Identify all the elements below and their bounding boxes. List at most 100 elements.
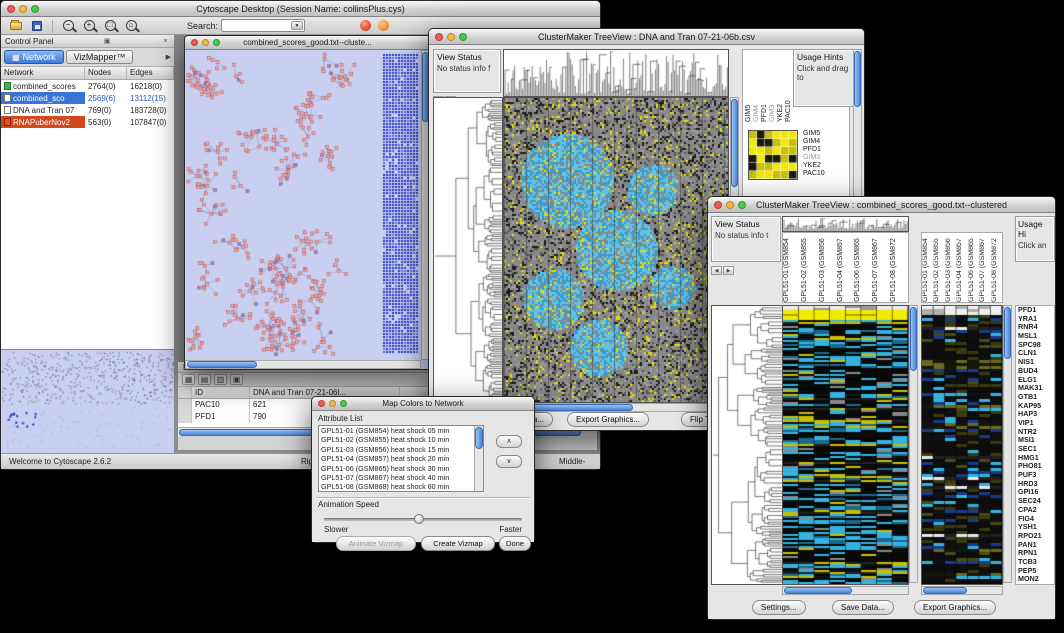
zoom-button[interactable] xyxy=(459,33,467,41)
settings-button[interactable]: Settings... xyxy=(752,600,806,615)
network-canvas[interactable] xyxy=(185,50,421,360)
attribute-list-item[interactable]: GPL51-02 (GSM855) heat shock 10 min xyxy=(319,435,483,444)
gene-column-label[interactable]: GIM3 xyxy=(769,62,777,122)
scrollbar-thumb[interactable] xyxy=(187,361,257,368)
zoom-out-button[interactable]: − xyxy=(59,18,77,33)
network-name-cell[interactable]: combined_sco xyxy=(1,92,85,104)
zoom-button[interactable] xyxy=(31,5,39,13)
gene-column-label[interactable]: YKE2 xyxy=(777,62,785,122)
column-id[interactable]: ID xyxy=(192,387,250,398)
row-dendrogram[interactable] xyxy=(433,97,503,403)
network-list-item[interactable]: combined_scores 2764(0) 16218(0) xyxy=(1,80,174,92)
create-attribute-button[interactable]: ▤ xyxy=(198,374,211,385)
animation-speed-slider[interactable] xyxy=(324,514,522,524)
close-button[interactable] xyxy=(7,5,15,13)
dialog-titlebar[interactable]: Map Colors to Network xyxy=(312,397,534,411)
array-column-label[interactable]: GPL51-08 (GSM872 xyxy=(991,233,1002,302)
scrollbar-thumb[interactable] xyxy=(910,307,917,371)
vertical-scrollbar[interactable] xyxy=(1003,305,1012,583)
gene-row-label[interactable]: GIM4 xyxy=(803,138,825,146)
scrollbar-thumb[interactable] xyxy=(731,99,738,187)
gene-row-label[interactable]: PAC10 xyxy=(803,170,825,178)
close-button[interactable] xyxy=(435,33,443,41)
scrollbar-thumb[interactable] xyxy=(1004,307,1011,359)
open-session-button[interactable] xyxy=(7,18,25,33)
column-network[interactable]: Network xyxy=(1,67,85,79)
save-data-button[interactable]: Save Data... xyxy=(832,600,894,615)
close-button[interactable] xyxy=(191,39,198,46)
minimize-button[interactable] xyxy=(447,33,455,41)
minimize-button[interactable] xyxy=(329,400,336,407)
attribute-list-item[interactable]: GPL51-08 (GSM868) heat shock 60 min xyxy=(319,482,483,491)
attribute-list-item[interactable]: GPL51-04 (GSM857) heat shock 20 min xyxy=(319,454,483,463)
tab-network[interactable]: ▦ Network xyxy=(4,50,64,64)
warning-indicator-icon[interactable] xyxy=(378,20,389,31)
array-column-label[interactable]: GPL51-08 (GSM872 xyxy=(890,233,908,302)
cytoscape-titlebar[interactable]: Cytoscape Desktop (Session Name: collins… xyxy=(1,1,600,17)
gene-row-label[interactable]: PFD1 xyxy=(803,146,825,154)
attribute-list-item[interactable]: GPL51-03 (GSM856) heat shock 15 min xyxy=(319,445,483,454)
array-column-label[interactable]: GPL51-06 (GSM865 xyxy=(968,233,979,302)
nav-left-button[interactable]: ◀ xyxy=(711,266,722,275)
scrollbar-thumb[interactable] xyxy=(475,427,483,449)
gene-label[interactable]: MON2 xyxy=(1016,575,1054,584)
attribute-list-item[interactable]: GPL51-06 (GSM865) heat shock 30 min xyxy=(319,464,483,473)
done-button[interactable]: Done xyxy=(499,536,531,551)
error-indicator-icon[interactable] xyxy=(360,20,371,31)
minimize-button[interactable] xyxy=(19,5,27,13)
array-column-label[interactable]: GPL51-06 (GSM865 xyxy=(854,233,872,302)
scrollbar-thumb[interactable] xyxy=(854,51,861,107)
animate-vizmap-button[interactable]: Animate Vizmap xyxy=(336,536,416,551)
expression-heatmap[interactable] xyxy=(782,305,909,585)
network-name-cell[interactable]: DNA and Tran 07 xyxy=(1,104,85,116)
scrollbar-thumb[interactable] xyxy=(923,587,967,594)
array-column-label[interactable]: GPL51-04 (GSM857 xyxy=(956,233,967,302)
vertical-scrollbar[interactable] xyxy=(474,426,483,491)
select-attributes-button[interactable]: ▦ xyxy=(182,374,195,385)
zoom-button[interactable] xyxy=(738,201,746,209)
gene-column-label[interactable]: PFD1 xyxy=(761,62,769,122)
array-column-label[interactable]: GPL51-02 (GSM855 xyxy=(801,233,819,302)
column-edges[interactable]: Edges xyxy=(127,67,174,79)
save-session-button[interactable] xyxy=(28,18,46,33)
network-overview[interactable] xyxy=(1,349,174,453)
array-column-label[interactable]: GPL51-01 (GSM854 xyxy=(922,233,933,302)
close-button[interactable] xyxy=(318,400,325,407)
close-panel-icon[interactable]: × xyxy=(161,38,170,45)
network-name-cell[interactable]: combined_scores xyxy=(1,80,85,92)
attribute-list-item[interactable]: GPL51-07 (GSM867) heat shock 40 min xyxy=(319,473,483,482)
zoom-selected-button[interactable]: □ xyxy=(101,18,119,33)
move-down-button[interactable]: ∨ xyxy=(496,455,522,468)
gene-row-label[interactable]: YKE2 xyxy=(803,162,825,170)
close-button[interactable] xyxy=(714,201,722,209)
gene-column-label[interactable]: GIM4 xyxy=(753,62,761,122)
array-column-label[interactable]: GPL51-07 (GSM867 xyxy=(979,233,990,302)
tab-overflow-button[interactable]: ▶ xyxy=(166,53,171,61)
network-list-item[interactable]: RNAPuberNov2 563(0) 107847(0) xyxy=(1,116,174,128)
horizontal-scrollbar[interactable] xyxy=(921,586,1003,595)
delete-attribute-button[interactable]: ▥ xyxy=(214,374,227,385)
combo-arrow-icon[interactable]: ▼ xyxy=(291,21,303,30)
network-list-item[interactable]: DNA and Tran 07 769(0) 183728(0) xyxy=(1,104,174,116)
create-vizmap-button[interactable]: Create Vizmap xyxy=(421,536,495,551)
treeview-combined-titlebar[interactable]: ClusterMaker TreeView : combined_scores_… xyxy=(708,197,1055,213)
expression-heatmap[interactable] xyxy=(503,97,729,403)
float-panel-icon[interactable]: ▣ xyxy=(103,37,112,45)
array-column-label[interactable]: GPL51-02 (GSM855 xyxy=(933,233,944,302)
array-column-label[interactable]: GPL51-07 (GSM867 xyxy=(872,233,890,302)
array-column-label[interactable]: GPL51-04 (GSM857 xyxy=(837,233,855,302)
column-dendrogram[interactable] xyxy=(782,216,909,232)
vertical-scrollbar[interactable] xyxy=(909,305,918,583)
correlation-matrix[interactable] xyxy=(748,130,798,180)
zoom-heatmap[interactable] xyxy=(921,305,1003,585)
search-input[interactable]: ▼ xyxy=(221,19,305,32)
attribute-function-button[interactable]: ▣ xyxy=(230,374,243,385)
tab-vizmapper[interactable]: VizMapper™ xyxy=(66,50,134,64)
attribute-list[interactable]: GPL51-01 (GSM854) heat shock 05 minGPL51… xyxy=(318,425,484,492)
column-nodes[interactable]: Nodes xyxy=(85,67,127,79)
gene-column-label[interactable]: GIM5 xyxy=(745,62,753,122)
network-list-item[interactable]: combined_sco 2569(6) 13112(15) xyxy=(1,92,174,104)
nav-right-button[interactable]: ▶ xyxy=(723,266,734,275)
column-dendrogram[interactable] xyxy=(503,49,729,97)
export-graphics-button[interactable]: Export Graphics... xyxy=(914,600,996,615)
